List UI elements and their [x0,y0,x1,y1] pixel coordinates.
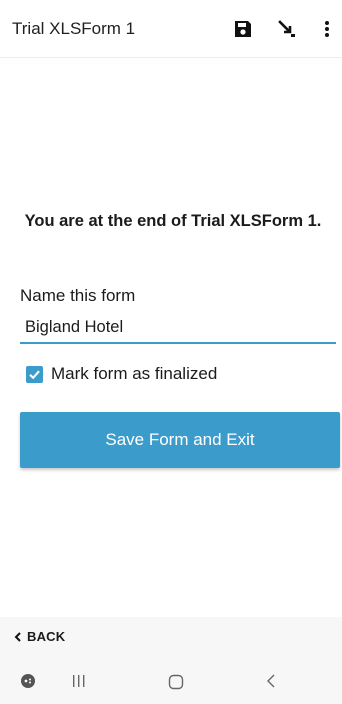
bottom-navigation: BACK [0,617,342,657]
checkmark-icon [29,370,40,379]
go-to-question-icon[interactable] [276,18,298,40]
back-button[interactable]: BACK [14,629,65,644]
home-icon[interactable] [168,674,184,690]
finalize-checkbox[interactable] [26,365,43,383]
save-and-exit-button[interactable]: Save Form and Exit [20,412,340,468]
recents-icon[interactable] [72,675,86,687]
save-icon[interactable] [232,18,254,40]
game-launcher-icon[interactable] [20,673,36,689]
chevron-left-icon [14,631,22,642]
back-label: BACK [27,629,66,644]
finalize-label: Mark form as finalized [51,364,218,383]
name-form-label: Name this form [20,286,136,305]
more-options-icon[interactable] [316,18,338,40]
app-bar: Trial XLSForm 1 [0,0,342,58]
system-navigation-bar [0,657,342,704]
app-title: Trial XLSForm 1 [12,19,136,38]
finalize-checkbox-row[interactable]: Mark form as finalized [26,364,217,384]
form-name-input[interactable] [20,314,336,344]
end-of-form-message: You are at the end of Trial XLSForm 1. [24,212,322,230]
system-back-icon[interactable] [266,674,276,688]
